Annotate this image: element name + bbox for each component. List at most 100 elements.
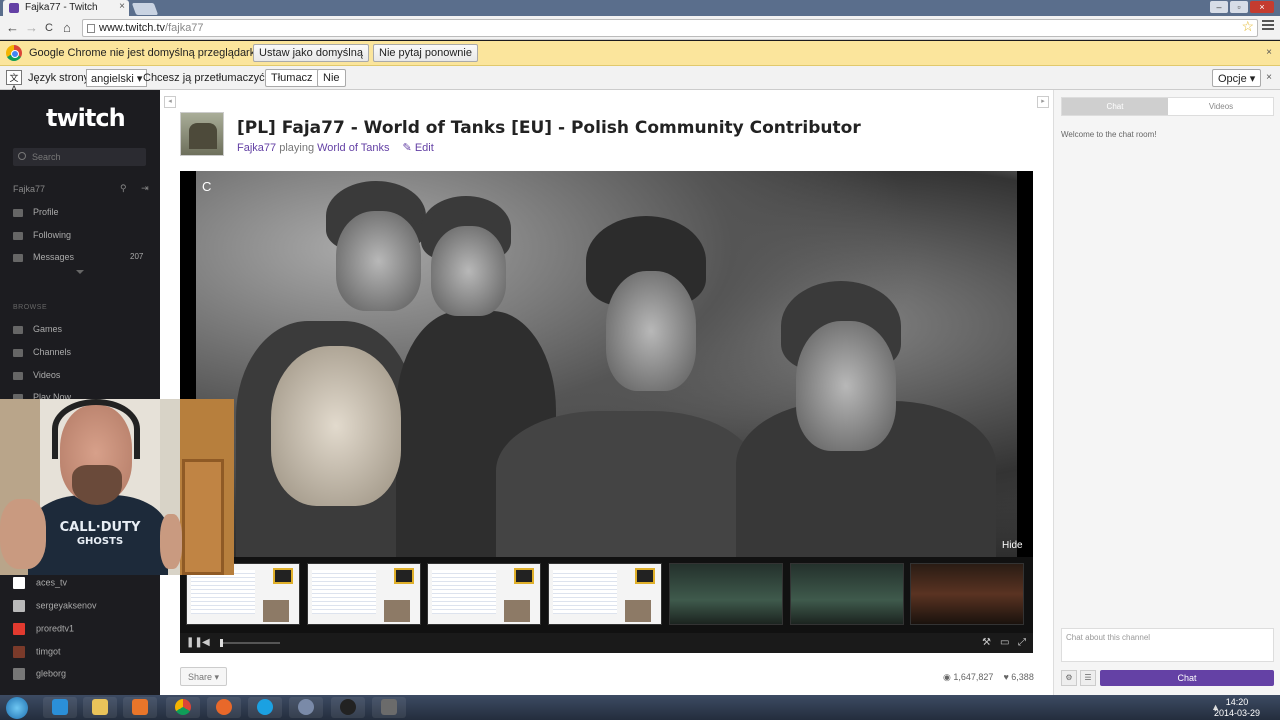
sidebar-item-games[interactable]: Games (13, 324, 62, 334)
translate-close-icon[interactable]: × (1266, 72, 1272, 83)
dont-ask-again-button[interactable]: Nie pytaj ponownie (373, 44, 478, 62)
volume-slider[interactable] (220, 639, 280, 647)
infobar-close-icon[interactable]: × (1266, 47, 1272, 58)
fullscreen-icon[interactable]: ⤢ (1018, 637, 1026, 648)
sidebar-search-input[interactable]: Search (13, 148, 146, 166)
video-thumbnail[interactable] (427, 563, 541, 625)
shirt-line: CALL·DUTY (59, 520, 141, 535)
chat-list-icon[interactable]: ☰ (1080, 670, 1096, 686)
taskbar-teamspeak[interactable] (289, 697, 323, 718)
system-clock[interactable]: 14:20 2014-03-29 (1214, 697, 1260, 719)
maximize-button[interactable]: ▫ (1230, 1, 1248, 13)
sidebar-item-following[interactable]: Following (13, 230, 71, 240)
back-arrow-icon[interactable]: ← (6, 20, 19, 35)
video-corner-mark: C (202, 179, 212, 194)
translate-button[interactable]: Tłumacz (265, 69, 319, 87)
camera-icon (13, 348, 23, 357)
page-language-label: Język strony: (28, 72, 93, 84)
followed-channel[interactable]: aces_tv (13, 577, 67, 589)
popout-icon[interactable]: ▭ (1000, 637, 1009, 648)
followed-channel[interactable]: gleborg (13, 668, 66, 680)
tab-videos[interactable]: Videos (1168, 98, 1274, 115)
twitch-logo[interactable]: twitch (46, 104, 126, 132)
collapse-right-button[interactable]: ▸ (1037, 96, 1049, 108)
shirt-print: CALL·DUTY GHOSTS (55, 521, 145, 549)
shirt-line: GHOSTS (76, 536, 124, 547)
minimize-button[interactable]: – (1210, 1, 1228, 13)
share-button[interactable]: Share ▾ (180, 667, 228, 686)
game-link[interactable]: World of Tanks (317, 142, 389, 154)
sidebar-item-messages[interactable]: Messages (13, 252, 74, 262)
profile-icon (13, 208, 23, 217)
taskbar-ie[interactable] (43, 697, 77, 718)
tab-chat[interactable]: Chat (1062, 98, 1168, 115)
followed-channel[interactable]: sergeyaksenov (13, 600, 97, 612)
skype-icon (257, 699, 273, 715)
taskbar-skype[interactable] (248, 697, 282, 718)
video-thumbnail[interactable] (910, 563, 1024, 625)
window-close-button[interactable]: × (1250, 1, 1274, 13)
chrome-logo-icon (6, 45, 22, 61)
sidebar-username[interactable]: Fajka77 (13, 184, 45, 194)
tab-close-icon[interactable]: × (119, 1, 125, 12)
folder-icon (92, 699, 108, 715)
messages-count-badge: 207 (130, 252, 144, 261)
chat-panel: Chat Videos Welcome to the chat room! Ch… (1053, 90, 1280, 695)
channel-avatar (13, 600, 25, 612)
followed-channel-name: proredtv1 (36, 623, 75, 634)
new-tab-button[interactable] (131, 3, 159, 15)
user-action-icons[interactable]: ⚲ ⇥ (120, 183, 155, 194)
media-player-icon (132, 699, 148, 715)
edit-button[interactable]: ✎ Edit (403, 142, 434, 154)
player-controls: ❚❚ ◀ ⚒ ▭ ⤢ (180, 633, 1033, 653)
url-input[interactable]: www.twitch.tv/fajka77 (82, 19, 1258, 37)
reload-icon[interactable]: C (45, 22, 53, 34)
set-default-button[interactable]: Ustaw jako domyślną (253, 44, 369, 62)
hide-thumbnails-button[interactable]: Hide (1002, 540, 1023, 551)
bookmark-star-icon[interactable]: ☆ (1241, 18, 1254, 35)
streamer-link[interactable]: Fajka77 (237, 142, 276, 154)
video-thumbnail[interactable] (307, 563, 421, 625)
followed-channel[interactable]: timgot (13, 646, 61, 658)
video-frame[interactable]: C (196, 171, 1017, 561)
taskbar-media[interactable] (123, 697, 157, 718)
pause-icon[interactable]: ❚❚ (186, 637, 203, 648)
sidebar-item-videos[interactable]: Videos (13, 370, 60, 380)
taskbar-chrome[interactable] (166, 697, 200, 718)
home-icon[interactable]: ⌂ (63, 20, 71, 35)
heart-icon (13, 231, 23, 240)
recent-videos-strip (180, 557, 1033, 633)
collapse-left-button[interactable]: ◂ (164, 96, 176, 108)
chat-input[interactable]: Chat about this channel (1061, 628, 1274, 662)
taskbar-explorer[interactable] (83, 697, 117, 718)
taskbar-obs[interactable] (331, 697, 365, 718)
video-thumbnail[interactable] (548, 563, 662, 625)
followed-channel[interactable]: proredtv1 (13, 623, 74, 635)
chat-settings-icon[interactable]: ⚙ (1061, 670, 1077, 686)
eye-icon: ◉ (943, 672, 951, 682)
video-player[interactable]: C Hide ❚❚ ◀ ⚒ ▭ ⤢ (180, 171, 1033, 653)
sidebar-item-label: Profile (33, 207, 59, 217)
channel-avatar[interactable] (180, 112, 224, 156)
video-thumbnail[interactable] (669, 563, 783, 625)
sidebar-item-label: Games (33, 324, 63, 334)
language-select[interactable]: angielski ▾ (86, 69, 148, 87)
sidebar-item-channels[interactable]: Channels (13, 347, 71, 357)
followed-channel-name: sergeyaksenov (36, 600, 97, 611)
chrome-menu-icon[interactable] (1262, 20, 1274, 32)
search-placeholder: Search (32, 152, 61, 162)
taskbar-firefox[interactable] (207, 697, 241, 718)
expand-arrow-icon[interactable] (76, 270, 84, 274)
translate-options-button[interactable]: Opcje ▾ (1212, 69, 1262, 87)
settings-wrench-icon[interactable]: ⚒ (982, 637, 991, 648)
video-thumbnail[interactable] (790, 563, 904, 625)
browser-tab[interactable]: Fajka77 - Twitch × (3, 0, 129, 16)
no-translate-button[interactable]: Nie (317, 69, 346, 87)
volume-icon[interactable]: ◀ (202, 637, 210, 648)
sidebar-item-profile[interactable]: Profile (13, 207, 59, 217)
chat-send-button[interactable]: Chat (1100, 670, 1274, 686)
start-button[interactable] (6, 697, 28, 719)
forward-arrow-icon[interactable]: → (25, 20, 38, 35)
taskbar-wot[interactable] (372, 697, 406, 718)
translate-question: Chcesz ją przetłumaczyć? (143, 72, 271, 84)
